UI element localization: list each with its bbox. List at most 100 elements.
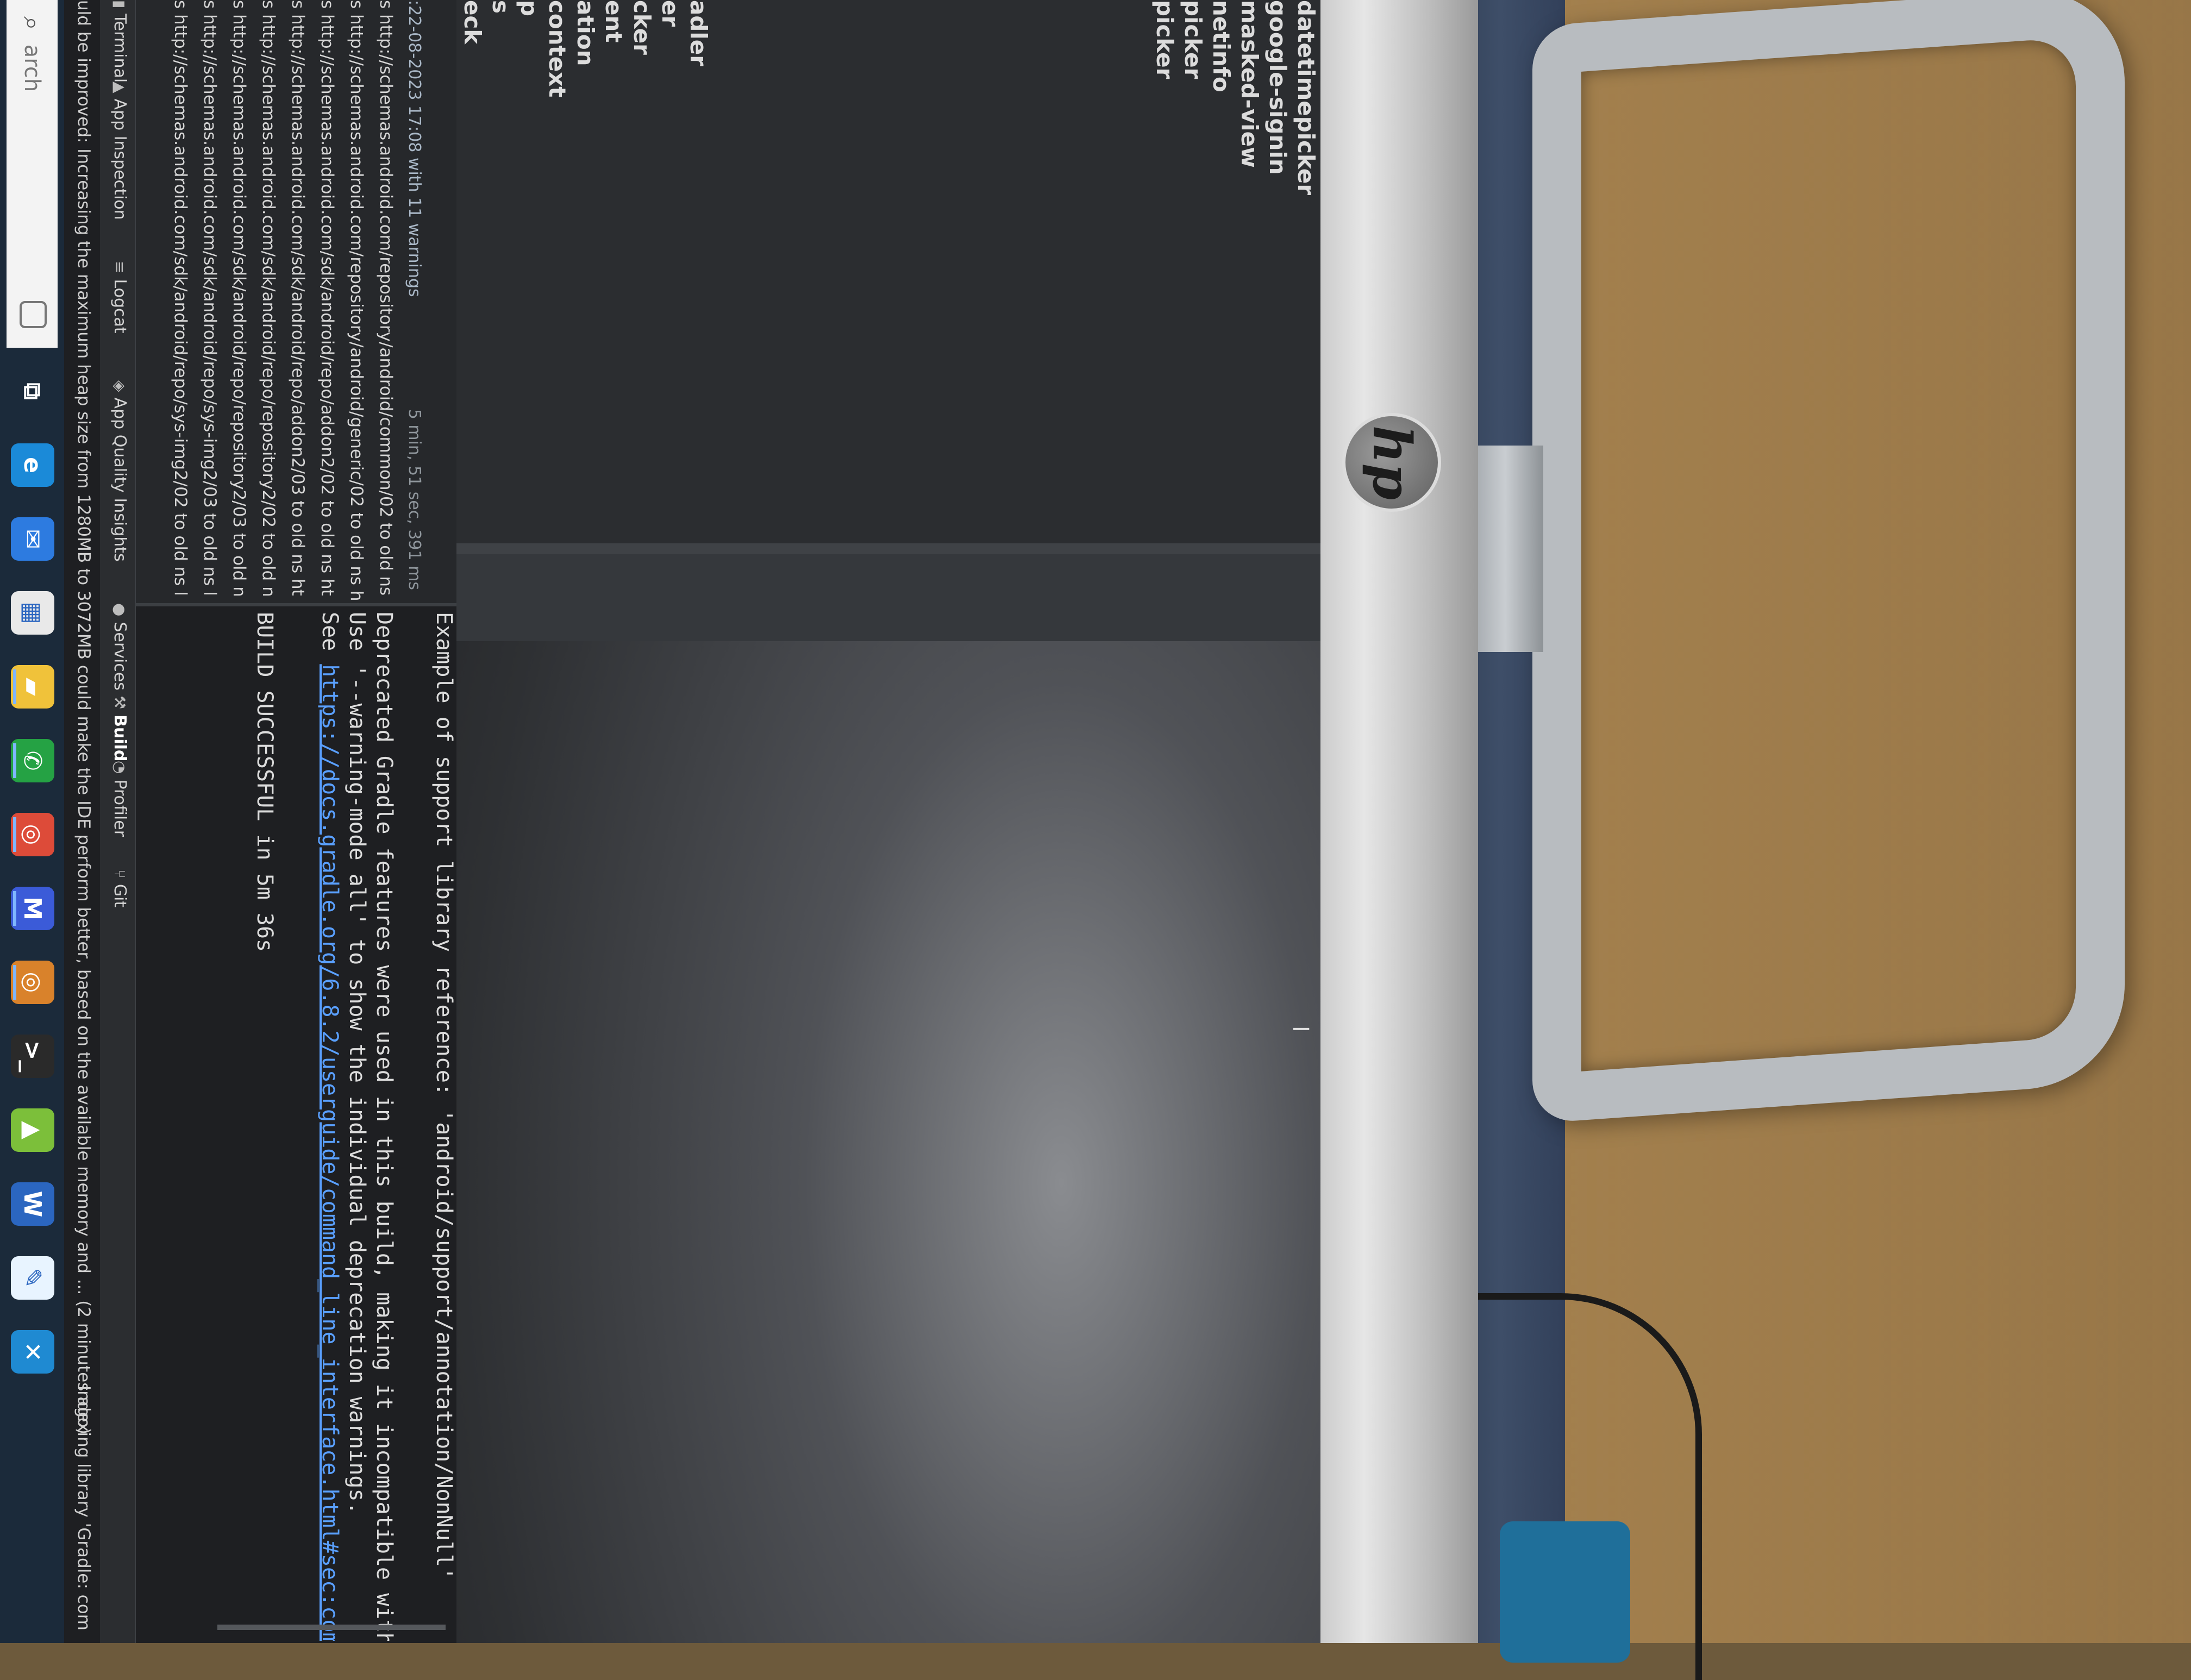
chrome-canary-icon[interactable]: ◎ xyxy=(11,961,54,1004)
edge-icon[interactable]: e xyxy=(11,443,54,487)
services-icon: ● xyxy=(111,603,129,617)
tab-terminal[interactable]: ▮ Terminal xyxy=(110,0,129,83)
search-icon: ⌕ xyxy=(18,16,47,30)
build-summary[interactable]: :22-08-2023 17:08 with 11 warnings 5 min… xyxy=(391,0,424,603)
blue-object xyxy=(1500,1521,1630,1663)
project-tree-item[interactable]: er xyxy=(657,0,684,27)
tab-profiler[interactable]: ◔ Profiler xyxy=(110,761,129,837)
notes-app-icon[interactable]: ✎ xyxy=(11,1256,54,1300)
console-line: See https://docs.gradle.org/6.8.2/usergu… xyxy=(317,612,342,1641)
project-tree-item[interactable]: context xyxy=(544,0,571,97)
app-inspection-icon: ▲ xyxy=(111,82,129,93)
panel-gutter xyxy=(456,554,1320,641)
project-tree-item[interactable]: masked-view xyxy=(1236,0,1263,168)
monitor-stand xyxy=(1532,0,2125,1124)
project-tree-item[interactable]: picker xyxy=(1151,0,1178,79)
project-tree-item[interactable]: adler xyxy=(685,0,712,66)
search-placeholder: arch xyxy=(20,44,45,92)
monitor-stand-neck xyxy=(1467,446,1543,652)
warning-item[interactable]: s http://schemas.android.com/sdk/android… xyxy=(229,0,249,606)
see-prefix: See xyxy=(317,612,342,665)
build-icon: ⚒ xyxy=(111,695,129,710)
tab-services[interactable]: ● Services xyxy=(110,603,129,691)
status-bar: uld be improved: Increasing the maximum … xyxy=(64,0,100,1643)
terminal-icon: ▮ xyxy=(111,0,129,9)
running-indicator xyxy=(13,817,16,852)
running-indicator xyxy=(13,743,16,778)
gradle-docs-link[interactable]: https://docs.gradle.org/6.8.2/userguide/… xyxy=(317,664,342,1641)
project-tree-item[interactable]: ation xyxy=(572,0,599,66)
mail-icon[interactable]: ✉ xyxy=(11,517,54,561)
taskbar-search-box[interactable]: ⌕ arch xyxy=(7,0,58,348)
vscode-icon[interactable]: ✕ xyxy=(11,1330,54,1374)
tool-window-tabs: ▮ Terminal ▲ App Inspection ≡ Logcat ◈ App Qual… xyxy=(99,0,136,1643)
build-tool-window: :22-08-2023 17:08 with 11 warnings 5 min… xyxy=(136,0,456,1643)
project-tree-item[interactable]: s xyxy=(487,0,514,14)
project-panel[interactable]: datetimepicker google-signin masked-view ne… xyxy=(456,0,1320,554)
project-tree-item[interactable]: eck xyxy=(459,0,486,44)
windows-taskbar: ⌕ arch ⧉ e ✉ ▦ ▰ ✆ ◎ M ◎ >_ ▲ W ✎ ✕ xyxy=(0,0,64,1643)
console-line: Use '--warning-mode all' to show the ind… xyxy=(345,612,370,1515)
project-tree-item[interactable]: netinfo xyxy=(1208,0,1235,92)
project-tree-item[interactable]: p xyxy=(516,0,542,16)
console-scrollbar[interactable] xyxy=(217,1625,446,1630)
panel-divider[interactable] xyxy=(456,543,1320,554)
build-timestamp: :22-08-2023 17:08 with 11 warnings xyxy=(405,0,424,297)
git-icon: ⑂ xyxy=(111,869,129,879)
store-icon[interactable]: ▦ xyxy=(11,591,54,635)
warning-item[interactable]: s http://schemas.android.com/sdk/android… xyxy=(171,0,190,606)
tab-label: Profiler xyxy=(110,779,129,837)
warning-item[interactable]: s http://schemas.android.com/sdk/android… xyxy=(317,0,337,606)
tab-label: Services xyxy=(110,622,129,691)
task-view-icon[interactable]: ⧉ xyxy=(11,369,54,413)
tab-app-inspection[interactable]: ▲ App Inspection xyxy=(110,82,129,220)
running-indicator xyxy=(13,965,16,1000)
build-console[interactable]: Example of support library reference: 'a… xyxy=(136,609,456,1641)
console-line: Deprecated Gradle features were used in … xyxy=(372,612,397,1641)
meet-icon[interactable]: M xyxy=(11,887,54,930)
terminal-app-icon[interactable]: >_ xyxy=(11,1035,54,1078)
build-result: BUILD SUCCESSFUL in 5m 36s xyxy=(252,612,277,952)
tab-app-quality-insights[interactable]: ◈ App Quality Insights xyxy=(110,380,129,562)
monitor-bezel xyxy=(1315,0,1478,1643)
running-indicator xyxy=(13,669,16,704)
status-message[interactable]: uld be improved: Increasing the maximum … xyxy=(74,0,93,1434)
running-indicator xyxy=(13,891,16,926)
project-tree-item[interactable]: ent xyxy=(600,0,627,42)
logcat-icon: ≡ xyxy=(111,261,129,274)
profiler-icon: ◔ xyxy=(111,761,129,774)
tab-label: Build xyxy=(110,714,129,762)
tab-label: App Quality Insights xyxy=(110,397,129,562)
app-quality-icon: ◈ xyxy=(111,380,129,392)
warning-item[interactable]: s http://schemas.android.com/sdk/android… xyxy=(259,0,278,606)
file-explorer-icon[interactable]: ▰ xyxy=(11,665,54,709)
editor-area[interactable]: datetimepicker google-signin masked-view ne… xyxy=(456,0,1320,1643)
tab-label: Logcat xyxy=(110,279,129,334)
indexing-status[interactable]: Indexing library 'Gradle: com xyxy=(74,1386,93,1631)
warning-item[interactable]: s http://schemas.android.com/sdk/android… xyxy=(200,0,220,606)
hp-logo: hp xyxy=(1342,413,1441,512)
project-tree-item[interactable]: datetimepicker xyxy=(1293,0,1319,195)
tab-logcat[interactable]: ≡ Logcat xyxy=(110,261,129,334)
project-tree-item[interactable]: google-signin xyxy=(1264,0,1291,175)
tab-build[interactable]: ⚒ Build xyxy=(110,695,129,761)
build-output-tree[interactable]: :22-08-2023 17:08 with 11 warnings 5 min… xyxy=(136,0,456,606)
tab-label: App Inspection xyxy=(110,98,129,220)
tab-git[interactable]: ⑂ Git xyxy=(110,869,129,907)
text-cursor-icon: I xyxy=(1288,1026,1313,1032)
word-icon[interactable]: W xyxy=(11,1182,54,1226)
warning-item[interactable]: s http://schemas.android.com/sdk/android… xyxy=(288,0,308,606)
ide-window: datetimepicker google-signin masked-view ne… xyxy=(0,0,1320,1643)
android-studio-icon[interactable]: ▲ xyxy=(11,1108,54,1152)
tab-label: Git xyxy=(110,883,129,908)
project-tree-item[interactable]: picker xyxy=(1180,0,1206,79)
warning-item[interactable]: s http://schemas.android.com/repository/… xyxy=(347,0,366,606)
build-duration: 5 min, 51 sec, 391 ms xyxy=(405,409,424,590)
project-tree-item[interactable]: cker xyxy=(629,0,655,55)
search-highlight-icon xyxy=(20,301,47,328)
chrome-icon[interactable]: ◎ xyxy=(11,813,54,856)
hp-logo-text: hp xyxy=(1361,425,1423,500)
whatsapp-icon[interactable]: ✆ xyxy=(11,739,54,782)
warning-item[interactable]: s http://schemas.android.com/repository/… xyxy=(376,0,396,606)
monitor-screen: datetimepicker google-signin masked-view ne… xyxy=(0,0,1320,1643)
